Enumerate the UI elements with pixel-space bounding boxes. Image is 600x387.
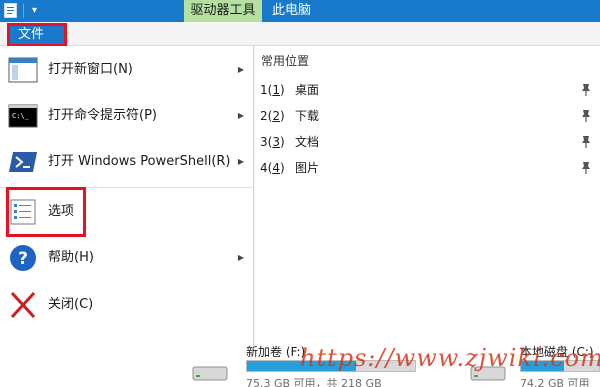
menu-item-label: 打开 Windows PowerShell(R) [48,154,231,169]
drive-capacity: 75.3 GB 可用，共 218 GB [246,377,382,387]
drive-capacity: 74.2 GB 可用 [520,377,590,387]
frequent-place-item[interactable]: 1(1) 桌面 [255,78,600,102]
drive-icon [192,366,228,381]
highlight-box-options [6,187,86,237]
frequent-place-item[interactable]: 2(2) 下载 [255,104,600,128]
menu-item-open-new-window[interactable]: 打开新窗口(N) ▶ [0,47,254,93]
watermark-text: https://www.zjwiki.com [300,344,600,372]
window-title: 此电脑 [272,3,312,18]
item-number: 1(1) [260,83,285,97]
pin-icon[interactable] [580,83,592,97]
menu-item-open-command-prompt[interactable]: C:\_ 打开命令提示符(P) ▶ [0,93,254,139]
file-tab[interactable]: 文件 [7,23,67,47]
frequent-place-item[interactable]: 3(3) 文档 [255,130,600,154]
item-name: 下载 [295,109,320,123]
item-number: 4(4) [260,161,285,175]
properties-icon[interactable] [4,3,17,18]
item-number: 2(2) [260,109,285,123]
menu-item-close[interactable]: 关闭(C) [0,282,254,328]
frequent-places-heading: 常用位置 [261,54,310,68]
powershell-icon [9,152,37,172]
quick-access-dropdown-icon[interactable]: ▾ [32,3,37,19]
pin-icon[interactable] [580,161,592,175]
item-name: 桌面 [295,83,320,97]
menu-item-help[interactable]: ? 帮助(H) ▶ [0,235,254,281]
new-window-icon [8,57,38,83]
title-bar: ▾ 驱动器工具 此电脑 [0,0,600,22]
item-number: 3(3) [260,135,285,149]
submenu-arrow-icon: ▶ [237,253,244,262]
navigation-pane [0,347,170,387]
pin-icon[interactable] [580,109,592,123]
menu-item-label: 打开新窗口(N) [48,62,133,77]
pin-icon[interactable] [580,135,592,149]
drive-name[interactable]: 新加卷 (F:) [246,343,305,360]
menu-item-label: 打开命令提示符(P) [48,108,157,123]
menu-item-label: 关闭(C) [48,297,94,312]
ribbon-tab-strip: 文件 [0,22,600,47]
frequent-places-pane: 常用位置 1(1) 桌面 2(2) 下载 3(3) 文档 4(4) 图片 [255,46,600,347]
file-menu-commands: 打开新窗口(N) ▶ C:\_ 打开命令提示符(P) ▶ 打开 Windows … [0,46,254,347]
svg-text:?: ? [18,249,28,269]
context-tab-drive-tools[interactable]: 驱动器工具 [184,0,262,22]
item-name: 图片 [295,161,320,175]
submenu-arrow-icon: ▶ [237,157,244,166]
help-icon: ? [10,245,36,271]
item-name: 文档 [295,135,320,149]
menu-item-label: 帮助(H) [48,250,94,265]
close-icon [10,291,36,319]
submenu-arrow-icon: ▶ [237,111,244,120]
submenu-arrow-icon: ▶ [237,65,244,74]
command-prompt-icon: C:\_ [8,104,38,128]
frequent-place-item[interactable]: 4(4) 图片 [255,156,600,180]
toolbar-separator [23,4,24,18]
file-menu-panel: 打开新窗口(N) ▶ C:\_ 打开命令提示符(P) ▶ 打开 Windows … [0,46,600,347]
svg-text:C:\_: C:\_ [12,112,30,120]
menu-item-open-powershell[interactable]: 打开 Windows PowerShell(R) ▶ [0,139,254,185]
